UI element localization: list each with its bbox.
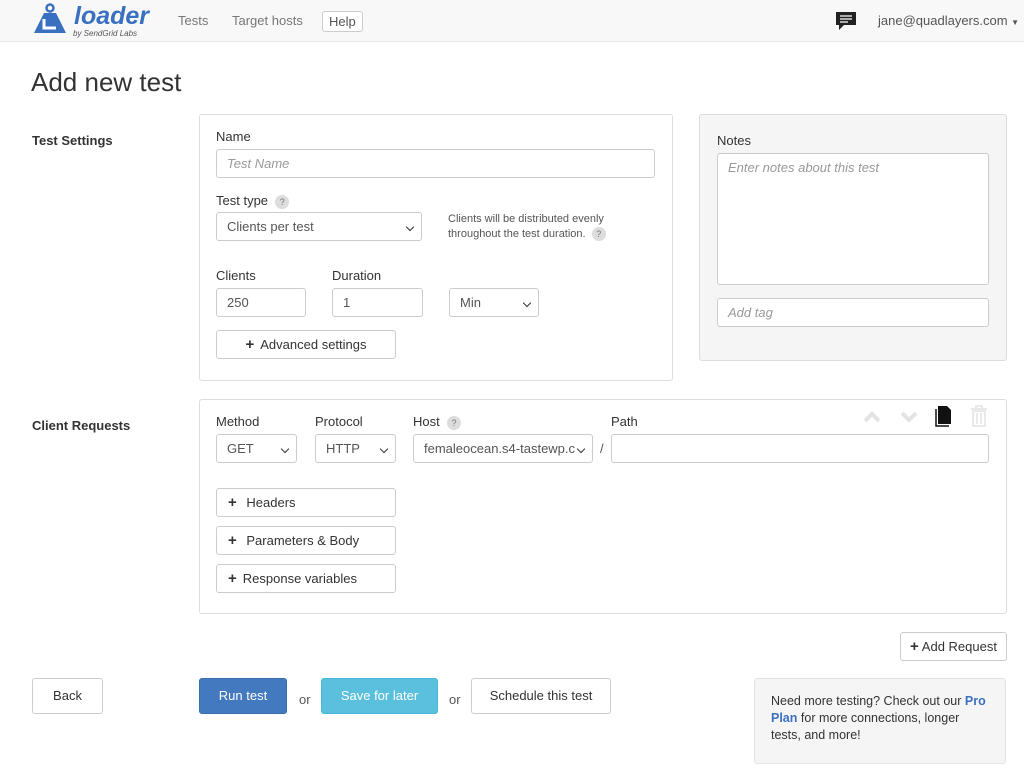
parameters-body-button[interactable]: + Parameters & Body [216,526,396,555]
path-separator: / [600,441,604,456]
test-type-label: Test type ? [216,193,290,209]
move-down-icon[interactable] [900,410,918,424]
params-label: Parameters & Body [246,533,360,548]
plus-icon: + [228,494,237,511]
save-for-later-button[interactable]: Save for later [321,678,438,714]
test-settings-heading: Test Settings [32,133,113,148]
test-type-hint: Clients will be distributed evenly throu… [448,212,653,242]
path-label: Path [611,414,638,429]
help-button[interactable]: Help [322,11,363,32]
response-variables-button[interactable]: + Response variables [216,564,396,593]
name-label: Name [216,129,251,144]
schedule-test-button[interactable]: Schedule this test [471,678,611,714]
pro-plan-promo: Need more testing? Check out our Pro Pla… [754,678,1006,764]
plus-icon: + [228,570,237,587]
duration-label: Duration [332,268,382,283]
add-request-button[interactable]: + Add Request [900,632,1007,661]
promo-text-2: for more connections, longer tests, and … [771,711,960,742]
test-name-input[interactable]: Test Name [216,149,655,178]
nav-tests[interactable]: Tests [178,13,208,28]
move-up-icon[interactable] [863,410,881,424]
host-select[interactable]: femaleocean.s4-tastewp.c [413,434,593,463]
add-request-label: Add Request [921,639,997,654]
headers-label: Headers [246,495,296,510]
or-text: or [449,692,461,707]
test-type-select[interactable]: Clients per test [216,212,422,241]
promo-text: Need more testing? Check out our [771,694,962,708]
add-tag-input[interactable]: Add tag [717,298,989,327]
user-email: jane@quadlayers.com [878,13,1008,28]
loader-logo-icon [34,3,66,33]
trash-icon[interactable] [969,405,989,427]
logo-text[interactable]: loader [74,2,149,31]
page-title: Add new test [31,67,182,97]
duration-input[interactable]: 1 [332,288,423,317]
clients-label: Clients [216,268,256,283]
clients-input[interactable]: 250 [216,288,306,317]
navbar: loader by SendGrid Labs Tests Target hos… [0,0,1024,42]
plus-icon: + [245,336,255,353]
hint-text: Clients will be distributed evenly throu… [448,213,604,240]
headers-button[interactable]: + Headers [216,488,396,517]
client-requests-heading: Client Requests [32,418,131,433]
user-menu[interactable]: jane@quadlayers.com ▼ [878,13,1019,28]
run-test-button[interactable]: Run test [199,678,287,714]
notes-textarea[interactable]: Enter notes about this test [717,153,989,285]
logo-subtitle: by SendGrid Labs [73,29,138,38]
copy-icon[interactable] [935,405,953,427]
host-label: Host ? [413,414,461,430]
notes-label: Notes [717,133,751,148]
method-select[interactable]: GET [216,434,297,463]
protocol-select[interactable]: HTTP [315,434,396,463]
host-label-text: Host [413,414,440,429]
help-icon[interactable]: ? [446,415,461,430]
or-text: or [299,692,311,707]
plus-icon: + [910,638,919,655]
plus-icon: + [228,532,237,549]
caret-down-icon: ▼ [1011,18,1020,27]
advanced-settings-button[interactable]: + Advanced settings [216,330,396,359]
back-button[interactable]: Back [32,678,103,714]
duration-unit-select[interactable]: Min [449,288,539,317]
advanced-label: Advanced settings [260,337,367,352]
protocol-label: Protocol [315,414,363,429]
help-icon[interactable]: ? [275,194,290,209]
path-input[interactable] [611,434,989,463]
chat-icon[interactable] [835,11,857,31]
test-type-label-text: Test type [216,193,269,208]
response-label: Response variables [242,571,357,586]
help-icon[interactable]: ? [591,227,606,242]
method-label: Method [216,414,260,429]
nav-target-hosts[interactable]: Target hosts [232,13,303,28]
